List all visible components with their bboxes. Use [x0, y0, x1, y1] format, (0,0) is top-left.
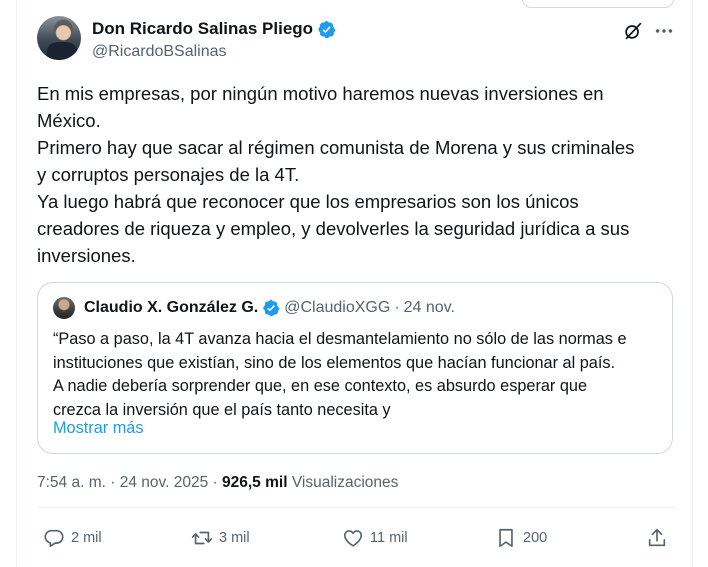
- quoted-post-text: “Paso a paso, la 4T avanza hacia el desm…: [53, 330, 627, 419]
- reply-count: 2 mil: [71, 530, 102, 546]
- author-name-row: Don Ricardo Salinas Pliego: [92, 19, 336, 39]
- verified-badge-icon: [318, 20, 336, 38]
- author-handle[interactable]: @RicardoBSalinas: [92, 43, 227, 61]
- meta-separator: ·: [212, 474, 218, 491]
- timeline-right-border: [692, 0, 693, 567]
- post-date[interactable]: 24 nov. 2025: [120, 474, 208, 491]
- post-text: En mis empresas, por ningún motivo harem…: [37, 83, 635, 266]
- divider: [37, 507, 677, 508]
- quoted-author-avatar[interactable]: [53, 297, 75, 319]
- bookmark-button[interactable]: 200: [495, 527, 547, 549]
- bookmark-icon: [499, 528, 513, 548]
- share-icon: [648, 528, 666, 547]
- quoted-date[interactable]: 24 nov.: [404, 299, 455, 317]
- grok-icon[interactable]: [622, 20, 644, 42]
- heart-icon: [343, 530, 363, 547]
- quoted-author-name[interactable]: Claudio X. González G.: [84, 299, 258, 317]
- reply-icon: [44, 529, 64, 548]
- quoted-separator: ·: [394, 299, 400, 316]
- quoted-post[interactable]: Claudio X. González G. @ClaudioXGG · 24 …: [37, 282, 673, 454]
- quoted-author-handle[interactable]: @ClaudioXGG: [284, 299, 390, 317]
- views-label[interactable]: Visualizaciones: [292, 474, 399, 491]
- action-bar: 2 mil 3 mil 11 mil 200: [37, 527, 677, 555]
- post-time[interactable]: 7:54 a. m.: [37, 474, 106, 491]
- repost-icon: [191, 531, 213, 545]
- like-button[interactable]: 11 mil: [342, 527, 408, 549]
- bookmark-count: 200: [523, 530, 548, 546]
- verified-badge-icon: [263, 299, 280, 317]
- like-count: 11 mil: [370, 530, 408, 546]
- repost-button[interactable]: 3 mil: [191, 527, 250, 549]
- reply-button[interactable]: 2 mil: [43, 527, 102, 549]
- views-count: 926,5 mil: [222, 474, 288, 491]
- more-dots-icon[interactable]: [653, 20, 675, 42]
- quoted-post-header: Claudio X. González G. @ClaudioXGG · 24 …: [84, 299, 455, 317]
- author-name[interactable]: Don Ricardo Salinas Pliego: [92, 19, 313, 39]
- meta-separator: ·: [110, 474, 116, 491]
- repost-count: 3 mil: [219, 530, 250, 546]
- share-button[interactable]: [646, 527, 668, 549]
- timeline-left-border: [16, 0, 17, 567]
- post-meta: 7:54 a. m. · 24 nov. 2025 · 926,5 mil Vi…: [37, 474, 398, 492]
- partial-top-button[interactable]: [522, 0, 674, 8]
- post-header: Don Ricardo Salinas Pliego @RicardoBSali…: [37, 16, 677, 66]
- author-avatar[interactable]: [37, 16, 81, 60]
- show-more-link[interactable]: Mostrar más: [53, 419, 143, 438]
